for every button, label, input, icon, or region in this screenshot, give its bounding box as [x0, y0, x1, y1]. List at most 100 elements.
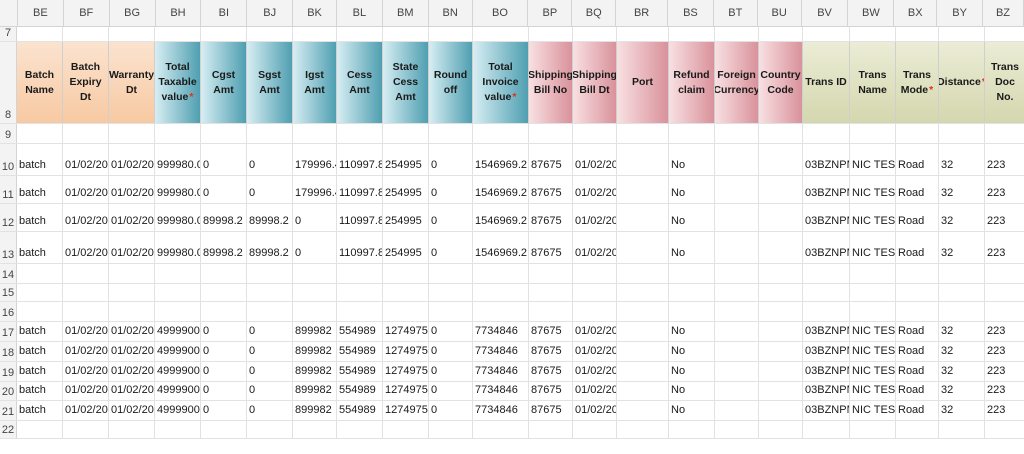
cell-br17[interactable] [617, 322, 669, 341]
header-cell-by[interactable]: Distance* [939, 42, 985, 123]
cell-bj21[interactable]: 0 [247, 401, 293, 420]
cell-bn20[interactable]: 0 [429, 382, 473, 400]
cell-bj17[interactable]: 0 [247, 322, 293, 341]
row-number[interactable]: 9 [0, 124, 17, 143]
cell-bz21[interactable]: 223 [985, 401, 1024, 420]
cell-bl10[interactable]: 110997.8 [337, 144, 383, 175]
cell-bw20[interactable]: NIC TEST [850, 382, 896, 400]
cell-bm16[interactable] [383, 302, 429, 321]
cell-br22[interactable] [617, 421, 669, 438]
cell-br11[interactable] [617, 176, 669, 203]
cell-bq7[interactable] [573, 27, 617, 41]
cell-bt17[interactable] [715, 322, 759, 341]
cell-bu7[interactable] [759, 27, 803, 41]
column-header-bj[interactable]: BJ [247, 0, 294, 26]
cell-bf21[interactable]: 01/02/202 [63, 401, 109, 420]
column-header-bw[interactable]: BW [848, 0, 895, 26]
cell-bs18[interactable]: No [669, 342, 715, 361]
cell-bu16[interactable] [759, 302, 803, 321]
cell-br13[interactable] [617, 232, 669, 263]
cell-bo11[interactable]: 1546969.2 [473, 176, 529, 203]
cell-bx14[interactable] [896, 264, 939, 283]
cell-bt20[interactable] [715, 382, 759, 400]
cell-bk10[interactable]: 179996.4 [293, 144, 337, 175]
cell-br10[interactable] [617, 144, 669, 175]
cell-be14[interactable] [17, 264, 63, 283]
cell-bl11[interactable]: 110997.8 [337, 176, 383, 203]
cell-bh18[interactable]: 4999900 [155, 342, 201, 361]
cell-bl15[interactable] [337, 284, 383, 301]
column-header-bf[interactable]: BF [64, 0, 110, 26]
cell-bn17[interactable]: 0 [429, 322, 473, 341]
cell-bj18[interactable]: 0 [247, 342, 293, 361]
header-cell-bp[interactable]: Shipping Bill No [529, 42, 573, 123]
cell-bt21[interactable] [715, 401, 759, 420]
header-cell-bm[interactable]: State Cess Amt [383, 42, 429, 123]
cell-bw14[interactable] [850, 264, 896, 283]
header-cell-bw[interactable]: Trans Name [850, 42, 896, 123]
cell-bm20[interactable]: 1274975 [383, 382, 429, 400]
cell-bi20[interactable]: 0 [201, 382, 247, 400]
cell-bx7[interactable] [896, 27, 939, 41]
cell-bf18[interactable]: 01/02/202 [63, 342, 109, 361]
row-number[interactable]: 16 [0, 302, 17, 321]
cell-bf15[interactable] [63, 284, 109, 301]
header-cell-bv[interactable]: Trans ID [803, 42, 850, 123]
cell-bq22[interactable] [573, 421, 617, 438]
cell-bf20[interactable]: 01/02/202 [63, 382, 109, 400]
cell-bs14[interactable] [669, 264, 715, 283]
cell-bz14[interactable] [985, 264, 1024, 283]
cell-bi21[interactable]: 0 [201, 401, 247, 420]
cell-bu22[interactable] [759, 421, 803, 438]
header-cell-bj[interactable]: Sgst Amt [247, 42, 293, 123]
cell-bl20[interactable]: 554989 [337, 382, 383, 400]
cell-bz20[interactable]: 223 [985, 382, 1024, 400]
row-number[interactable]: 7 [0, 27, 17, 41]
cell-bv7[interactable] [803, 27, 850, 41]
cell-bq12[interactable]: 01/02/202 [573, 204, 617, 231]
cell-bh12[interactable]: 999980.00 [155, 204, 201, 231]
cell-bn18[interactable]: 0 [429, 342, 473, 361]
cell-bm10[interactable]: 254995 [383, 144, 429, 175]
cell-bm7[interactable] [383, 27, 429, 41]
cell-bk12[interactable]: 0 [293, 204, 337, 231]
row-number[interactable]: 12 [0, 204, 17, 231]
cell-bp17[interactable]: 87675 [529, 322, 573, 341]
cell-bx19[interactable]: Road [896, 362, 939, 381]
cell-bz7[interactable] [985, 27, 1024, 41]
row-number[interactable]: 18 [0, 342, 17, 361]
cell-bf17[interactable]: 01/02/202 [63, 322, 109, 341]
column-header-bs[interactable]: BS [668, 0, 714, 26]
cell-bv21[interactable]: 03BZNPMS [803, 401, 850, 420]
cell-bz11[interactable]: 223 [985, 176, 1024, 203]
cell-bf14[interactable] [63, 264, 109, 283]
cell-bl7[interactable] [337, 27, 383, 41]
cell-be16[interactable] [17, 302, 63, 321]
column-header-bn[interactable]: BN [429, 0, 473, 26]
cell-be15[interactable] [17, 284, 63, 301]
cell-bv19[interactable]: 03BZNPMS [803, 362, 850, 381]
cell-br19[interactable] [617, 362, 669, 381]
cell-bv18[interactable]: 03BZNPMS [803, 342, 850, 361]
header-cell-bz[interactable]: Trans Doc No. [985, 42, 1024, 123]
cell-bs7[interactable] [669, 27, 715, 41]
cell-bu14[interactable] [759, 264, 803, 283]
cell-bo10[interactable]: 1546969.2 [473, 144, 529, 175]
cell-bt11[interactable] [715, 176, 759, 203]
cell-bl17[interactable]: 554989 [337, 322, 383, 341]
cell-bo16[interactable] [473, 302, 529, 321]
cell-bn13[interactable]: 0 [429, 232, 473, 263]
cell-bi16[interactable] [201, 302, 247, 321]
cell-bl9[interactable] [337, 124, 383, 143]
cell-bs11[interactable]: No [669, 176, 715, 203]
cell-bp7[interactable] [529, 27, 573, 41]
cell-bm11[interactable]: 254995 [383, 176, 429, 203]
header-cell-bn[interactable]: Round off [429, 42, 473, 123]
cell-be17[interactable]: batch [17, 322, 63, 341]
cell-br9[interactable] [617, 124, 669, 143]
cell-bj16[interactable] [247, 302, 293, 321]
cell-bh16[interactable] [155, 302, 201, 321]
cell-bz12[interactable]: 223 [985, 204, 1024, 231]
cell-bq19[interactable]: 01/02/202 [573, 362, 617, 381]
cell-bp12[interactable]: 87675 [529, 204, 573, 231]
